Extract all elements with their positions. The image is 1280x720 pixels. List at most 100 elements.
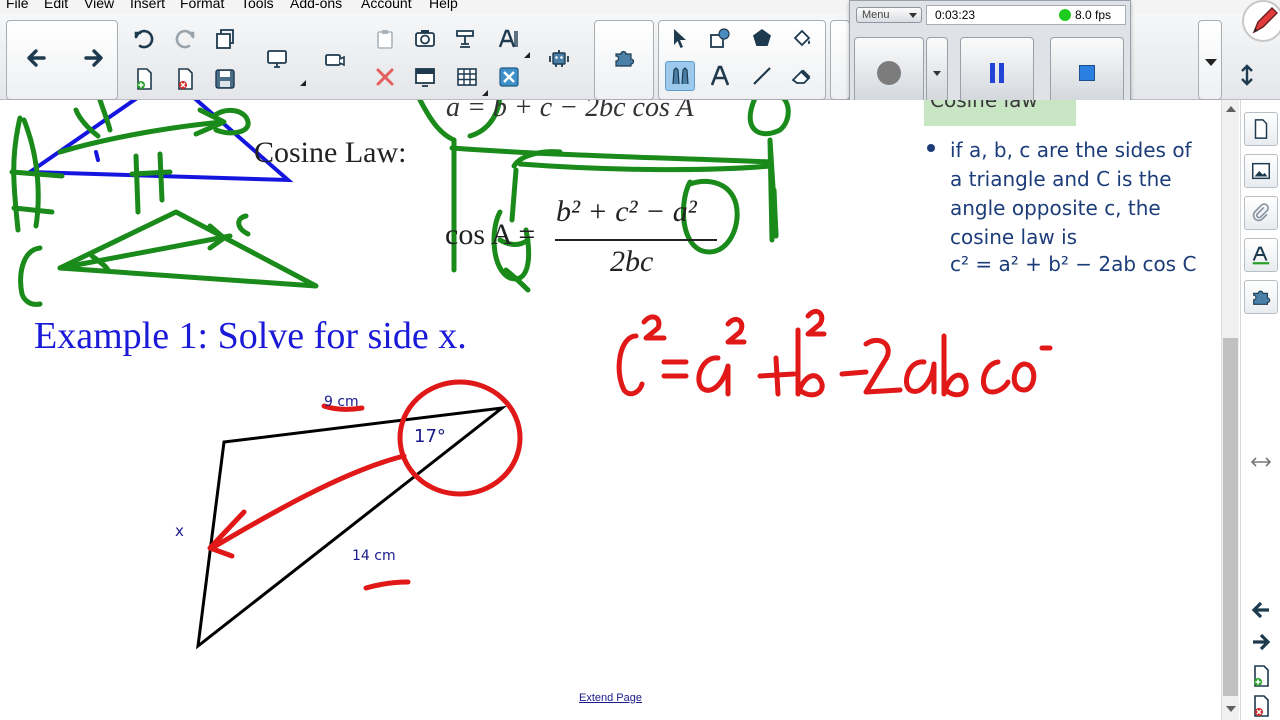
- add-page-button[interactable]: [129, 64, 159, 94]
- insert-table-button[interactable]: [452, 62, 488, 96]
- menu-edit[interactable]: Edit: [44, 0, 68, 11]
- add-page-icon[interactable]: [1249, 664, 1273, 688]
- redo-icon: [175, 29, 195, 49]
- pause-button[interactable]: [960, 37, 1034, 109]
- paste-icon: [216, 29, 234, 49]
- eraser-icon: [791, 69, 811, 84]
- record-icon: [877, 61, 901, 85]
- menu-file[interactable]: File: [6, 0, 29, 11]
- menu-account[interactable]: Account: [361, 0, 412, 11]
- gallery-tab[interactable]: [1244, 154, 1278, 188]
- table-icon: [457, 68, 477, 86]
- cos-a-label: cos A =: [445, 218, 536, 251]
- screen-recorder-panel: Menu 0:03:23 8.0 fps: [849, 0, 1131, 114]
- chevron-down-icon: [1205, 59, 1217, 66]
- screen-menu-indicator: [300, 80, 306, 86]
- example-heading: Example 1: Solve for side x.: [34, 315, 467, 357]
- previous-page-arrow-icon[interactable]: [1249, 598, 1273, 622]
- screen-capture-button[interactable]: [410, 24, 440, 54]
- side-tab-bar: [1240, 100, 1280, 720]
- handwriting-recognition-button[interactable]: [494, 24, 530, 58]
- redo-button[interactable]: [170, 24, 200, 54]
- recorder-tool-button[interactable]: [450, 24, 480, 54]
- select-pointer-icon: [674, 29, 686, 48]
- vertical-scrollbar[interactable]: [1221, 100, 1239, 720]
- pause-icon: [990, 63, 1004, 83]
- menu-insert[interactable]: Insert: [130, 0, 165, 11]
- clipboard-icon: [377, 30, 393, 49]
- menu-format[interactable]: Format: [180, 0, 224, 11]
- delete-page-icon[interactable]: [1249, 694, 1273, 718]
- stop-button[interactable]: [1050, 37, 1124, 109]
- bullet-point: [927, 144, 935, 152]
- properties-a-icon: [1252, 246, 1270, 265]
- scroll-down-arrow[interactable]: [1226, 706, 1236, 712]
- addons-tab[interactable]: [1244, 280, 1278, 314]
- drawing-tools-group: [658, 20, 826, 100]
- recorder-status: 0:03:23 8.0 fps: [926, 5, 1126, 25]
- recorder-menu-dropdown[interactable]: Menu: [856, 7, 922, 23]
- text-a-icon: [498, 29, 518, 48]
- menu-view[interactable]: View: [84, 0, 114, 11]
- fullscreen-close-button[interactable]: [494, 62, 524, 92]
- extend-page-link[interactable]: Extend Page: [579, 692, 642, 704]
- addons-group: [594, 20, 654, 100]
- toolbar-options-dropdown[interactable]: [1198, 20, 1222, 100]
- cosine-law-formula-top: a = b + c − 2bc cos A: [446, 100, 694, 123]
- toolbar-move-button[interactable]: [1232, 60, 1262, 90]
- page-sorter-tab[interactable]: [1244, 112, 1278, 146]
- screen-share-button[interactable]: [262, 44, 306, 86]
- save-button[interactable]: [210, 64, 240, 94]
- paperclip-icon: [1252, 203, 1269, 222]
- info-description: if a, b, c are the sides of a triangle a…: [950, 138, 1192, 249]
- line-icon: [753, 67, 771, 85]
- eraser-tool-button[interactable]: [787, 61, 817, 91]
- addons-button[interactable]: [609, 43, 639, 73]
- previous-page-button[interactable]: [21, 43, 51, 73]
- add-page-icon: [137, 68, 152, 90]
- gallery-icon: [1252, 162, 1270, 180]
- record-button[interactable]: [854, 37, 924, 109]
- menu-help[interactable]: Help: [429, 0, 458, 11]
- response-tool-button[interactable]: [544, 44, 574, 74]
- shapes-tool-button[interactable]: [705, 23, 735, 53]
- navigation-group: [6, 20, 118, 100]
- line-tool-button[interactable]: [747, 61, 777, 91]
- fill-icon: [793, 29, 811, 47]
- text-tool-button[interactable]: [705, 61, 735, 91]
- polygon-tool-button[interactable]: [747, 23, 777, 53]
- cosine-law-info-panel: Cosine law if a, b, c are the sides of a…: [924, 100, 1220, 300]
- pen-tray-badge[interactable]: [1242, 0, 1280, 42]
- select-tool-button[interactable]: [665, 23, 695, 53]
- smart-notebook-window: File Edit View Insert Format Tools Add-o…: [0, 0, 1280, 720]
- side-label-14cm: 14 cm: [352, 548, 396, 564]
- notebook-page[interactable]: a = b + c − 2bc cos A Cosine Law: cos A …: [0, 100, 1221, 720]
- fill-tool-button[interactable]: [787, 23, 817, 53]
- table-stand-icon: [456, 30, 474, 48]
- clipboard-button[interactable]: [370, 24, 400, 54]
- menu-add-ons[interactable]: Add-ons: [290, 0, 342, 11]
- pen-tool-button[interactable]: [665, 61, 695, 91]
- puzzle-icon: [1253, 290, 1271, 305]
- chevron-down-icon: [933, 70, 941, 76]
- angle-label-17: 17°: [414, 426, 446, 447]
- camera-icon: [325, 54, 345, 67]
- properties-tab[interactable]: [1244, 238, 1278, 272]
- menu-tools[interactable]: Tools: [241, 0, 274, 11]
- screen-shade-icon: [415, 68, 435, 87]
- delete-button[interactable]: [370, 62, 400, 92]
- screen-shade-button[interactable]: [410, 62, 440, 92]
- expand-horizontal-icon[interactable]: [1249, 450, 1273, 474]
- back-arrow-icon: [27, 49, 46, 67]
- pen-icon: [672, 67, 689, 85]
- attachments-tab[interactable]: [1244, 196, 1278, 230]
- document-camera-button[interactable]: [320, 44, 350, 74]
- record-options-dropdown[interactable]: [926, 37, 948, 109]
- undo-button[interactable]: [129, 24, 159, 54]
- delete-page-button[interactable]: [170, 64, 200, 94]
- next-page-arrow-icon[interactable]: [1249, 630, 1273, 654]
- paste-page-button[interactable]: [210, 24, 240, 54]
- scrollbar-thumb[interactable]: [1223, 338, 1238, 696]
- scroll-up-arrow[interactable]: [1226, 106, 1236, 112]
- next-page-button[interactable]: [79, 43, 109, 73]
